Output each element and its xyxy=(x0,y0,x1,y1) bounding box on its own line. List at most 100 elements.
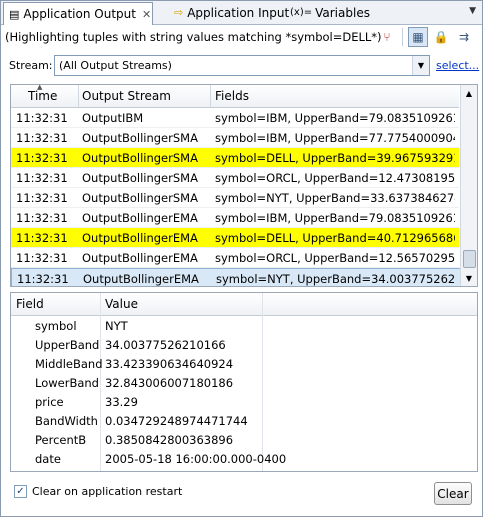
fields-cell: symbol=NYT, UpperBand=33.63738462746... xyxy=(215,191,455,205)
column-separator[interactable] xyxy=(210,85,211,107)
expand-icon[interactable]: ⇉ xyxy=(454,27,474,47)
clear-on-restart-option[interactable]: ✓ Clear on application restart xyxy=(14,485,182,498)
stream-cell: OutputIBM xyxy=(82,111,144,125)
table-row[interactable]: 11:32:31 OutputBollingerEMA symbol=ORCL,… xyxy=(11,248,459,268)
fields-cell: symbol=NYT, UpperBand=34.00377526210... xyxy=(216,272,456,286)
filter-highlight-icon[interactable]: ⑂ xyxy=(377,27,397,47)
chevron-down-icon[interactable]: ▼ xyxy=(412,56,429,75)
stream-cell: OutputBollingerSMA xyxy=(82,191,198,205)
detail-row[interactable]: BandWidth 0.034729248974471744 xyxy=(11,411,477,430)
table-row-highlighted[interactable]: 11:32:31 OutputBollingerEMA symbol=DELL,… xyxy=(11,228,459,248)
view-toolbar: ⑂ ▦ 🔒 ⇉ xyxy=(377,27,474,47)
close-icon[interactable]: ✕ xyxy=(142,8,151,21)
vertical-scrollbar[interactable]: ▲ ▼ xyxy=(460,85,477,286)
stream-dropdown[interactable]: (All Output Streams) ▼ xyxy=(54,55,430,76)
tab-application-output[interactable]: ▤ Application Output ✕ xyxy=(3,2,153,25)
tab-label: Application Output xyxy=(23,7,136,21)
time-cell: 11:32:31 xyxy=(16,231,68,245)
tuple-detail-table: Field Value symbol NYT UpperBand 34.0037… xyxy=(10,292,478,472)
field-name: PercentB xyxy=(35,433,87,447)
scroll-down-icon[interactable]: ▼ xyxy=(461,270,477,286)
detail-row[interactable]: UpperBand 34.00377526210166 xyxy=(11,335,477,354)
input-arrow-icon: ⇨ xyxy=(174,6,184,19)
time-cell: 11:32:31 xyxy=(16,251,68,265)
toolbar-separator xyxy=(402,28,403,46)
column-header-output-stream[interactable]: Output Stream xyxy=(82,89,171,103)
detail-row[interactable]: PercentB 0.3850842800363896 xyxy=(11,430,477,449)
detail-row[interactable]: symbol NYT xyxy=(11,316,477,335)
table-row[interactable]: 11:32:31 OutputBollingerSMA symbol=NYT, … xyxy=(11,188,459,208)
detail-row[interactable]: MiddleBand 33.423390634640924 xyxy=(11,354,477,373)
fields-cell: symbol=IBM, UpperBand=77.77540009048... xyxy=(215,131,455,145)
view-menu-icon[interactable]: ▼ xyxy=(469,6,476,16)
time-cell: 11:32:31 xyxy=(16,211,68,225)
field-name: symbol xyxy=(35,319,77,333)
stream-cell: OutputBollingerEMA xyxy=(82,251,198,265)
time-cell: 11:32:31 xyxy=(16,171,68,185)
sort-ascending-icon: ▲ xyxy=(37,84,43,91)
column-header-time[interactable]: Time xyxy=(28,89,57,103)
table-layout-icon[interactable]: ▦ xyxy=(408,27,428,47)
fields-cell: symbol=DELL, UpperBand=40.71296568690... xyxy=(215,231,455,245)
detail-row[interactable]: price 33.29 xyxy=(11,392,477,411)
variables-icon: (x)= xyxy=(290,7,313,18)
time-cell: 11:32:31 xyxy=(16,151,68,165)
clear-on-restart-checkbox[interactable]: ✓ xyxy=(14,485,27,498)
tab-label: Application Input xyxy=(187,5,290,20)
table-row[interactable]: 11:32:31 OutputBollingerSMA symbol=ORCL,… xyxy=(11,168,459,188)
scrollbar-thumb[interactable] xyxy=(463,250,476,268)
field-value: 0.3850842800363896 xyxy=(105,433,234,447)
detail-table-header: Field Value xyxy=(11,293,477,316)
fields-cell: symbol=IBM, UpperBand=79.08351092614... xyxy=(215,211,455,225)
field-value: 0.034729248974471744 xyxy=(105,414,248,428)
stream-label: Stream: xyxy=(9,59,53,72)
field-value: 32.843006007180186 xyxy=(105,376,234,390)
fields-cell: symbol=ORCL, UpperBand=12.56570295270... xyxy=(215,251,455,265)
field-name: UpperBand xyxy=(35,338,100,352)
stream-cell: OutputBollingerEMA xyxy=(83,272,199,286)
scroll-up-icon[interactable]: ▲ xyxy=(461,85,477,101)
tab-bar: ▤ Application Output ✕ ⇨ Application Inp… xyxy=(1,1,482,25)
tuple-table-header: Time ▲ Output Stream Fields xyxy=(11,85,459,108)
field-value: 34.00377526210166 xyxy=(105,338,226,352)
table-row[interactable]: 11:32:31 OutputBollingerEMA symbol=IBM, … xyxy=(11,208,459,228)
field-name: price xyxy=(35,395,64,409)
fields-cell: symbol=ORCL, UpperBand=12.47308195420... xyxy=(215,171,455,185)
field-name: LowerBand xyxy=(35,376,99,390)
tab-application-input[interactable]: ⇨ Application Input xyxy=(169,2,289,23)
tab-variables[interactable]: (x)= Variables xyxy=(288,2,370,23)
detail-rows: symbol NYT UpperBand 34.00377526210166 M… xyxy=(11,316,477,468)
detail-row[interactable]: LowerBand 32.843006007180186 xyxy=(11,373,477,392)
detail-row[interactable]: date 2005-05-18 16:00:00.000-0400 xyxy=(11,449,477,468)
select-streams-link[interactable]: select... xyxy=(436,59,479,72)
tuple-table: Time ▲ Output Stream Fields 11:32:31 Out… xyxy=(10,84,478,287)
clear-button[interactable]: Clear xyxy=(434,482,472,505)
fields-cell: symbol=IBM, UpperBand=79.08351092614... xyxy=(215,111,455,125)
column-header-fields[interactable]: Fields xyxy=(215,89,249,103)
field-name: date xyxy=(35,452,61,466)
table-row[interactable]: 11:32:31 OutputBollingerSMA symbol=IBM, … xyxy=(11,128,459,148)
lock-icon[interactable]: 🔒 xyxy=(431,27,451,47)
clear-on-restart-label: Clear on application restart xyxy=(32,485,183,498)
column-header-value[interactable]: Value xyxy=(105,297,138,311)
stream-cell: OutputBollingerEMA xyxy=(82,211,198,225)
fields-cell: symbol=DELL, UpperBand=39.96759329112... xyxy=(215,151,455,165)
stream-dropdown-value: (All Output Streams) xyxy=(59,59,172,72)
time-cell: 11:32:31 xyxy=(16,111,68,125)
tab-label: Variables xyxy=(315,5,370,20)
time-cell: 11:32:31 xyxy=(17,272,69,286)
column-separator[interactable] xyxy=(78,85,79,107)
stream-cell: OutputBollingerSMA xyxy=(82,131,198,145)
filter-header: (Highlighting tuples with string values … xyxy=(1,25,482,49)
stream-cell: OutputBollingerSMA xyxy=(82,151,198,165)
table-row-highlighted[interactable]: 11:32:31 OutputBollingerSMA symbol=DELL,… xyxy=(11,148,459,168)
column-header-field[interactable]: Field xyxy=(16,297,44,311)
stream-cell: OutputBollingerEMA xyxy=(82,231,198,245)
application-output-view: ▤ Application Output ✕ ⇨ Application Inp… xyxy=(0,0,483,517)
field-value: 33.423390634640924 xyxy=(105,357,234,371)
table-row-selected[interactable]: 11:32:31 OutputBollingerEMA symbol=NYT, … xyxy=(11,268,461,286)
time-cell: 11:32:31 xyxy=(16,131,68,145)
output-icon: ▤ xyxy=(9,7,20,21)
table-row[interactable]: 11:32:31 OutputIBM symbol=IBM, UpperBand… xyxy=(11,108,459,128)
time-cell: 11:32:31 xyxy=(16,191,68,205)
